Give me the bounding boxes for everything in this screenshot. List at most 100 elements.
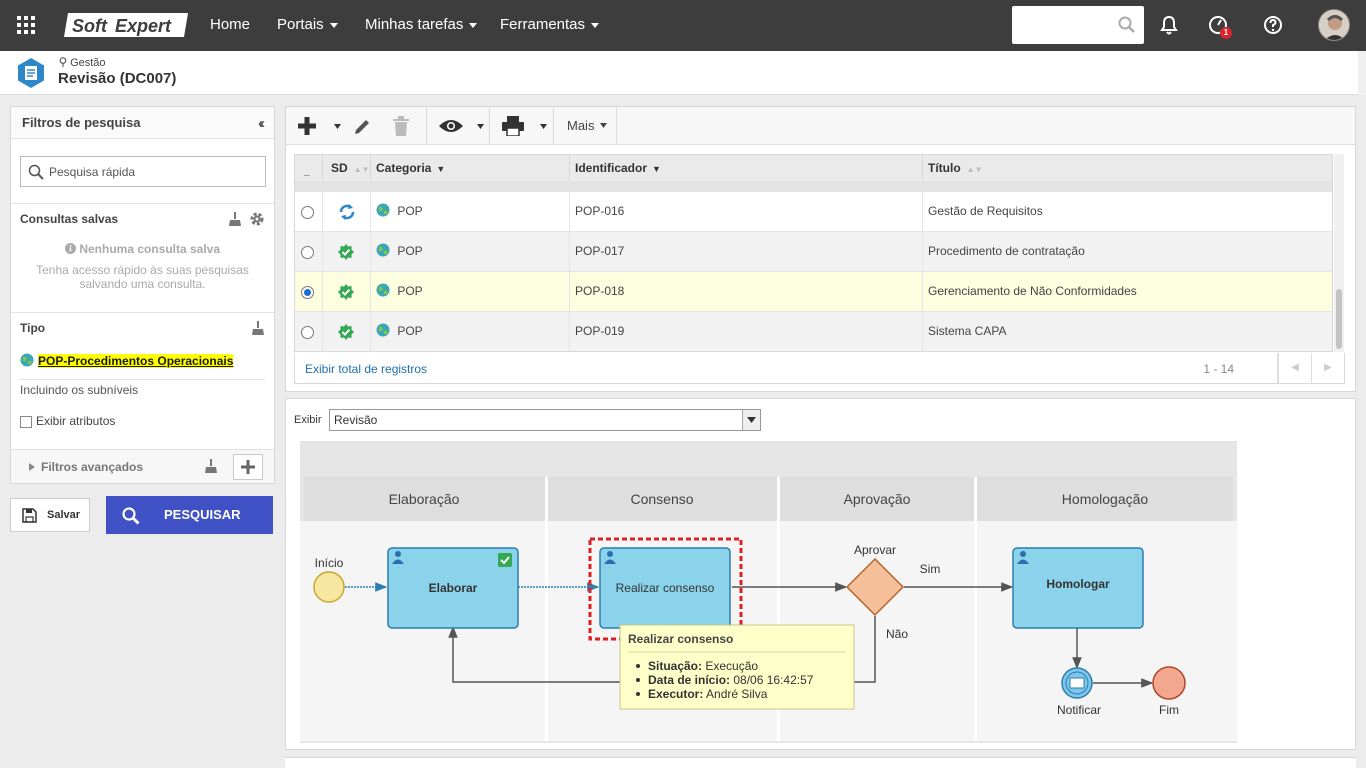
print-icon[interactable] bbox=[502, 116, 524, 136]
flow-sim-label: Sim bbox=[920, 562, 941, 576]
approved-check-icon bbox=[338, 324, 354, 340]
show-select[interactable]: Revisão bbox=[329, 409, 761, 431]
tooltip-title: Realizar consenso bbox=[628, 632, 733, 646]
more-menu-button[interactable]: Mais bbox=[567, 118, 608, 133]
column-header-category[interactable]: Categoria ▼ bbox=[371, 155, 570, 181]
show-total-records-link[interactable]: Exibir total de registros bbox=[305, 362, 427, 376]
row-radio[interactable] bbox=[301, 206, 314, 219]
row-radio-selected[interactable] bbox=[301, 286, 314, 299]
divider bbox=[11, 312, 274, 313]
row-select-cell bbox=[295, 272, 323, 312]
broom-icon[interactable] bbox=[228, 211, 242, 227]
tooltip-bullet bbox=[636, 692, 640, 696]
nav-minhas-tarefas[interactable]: Minhas tarefas bbox=[365, 16, 478, 33]
type-filter-label[interactable]: POP-Procedimentos Operacionais bbox=[38, 354, 234, 368]
no-saved-query-title: Nenhuma consulta salva bbox=[11, 242, 274, 256]
row-category-cell: POP bbox=[371, 232, 570, 272]
search-icon bbox=[28, 164, 44, 180]
search-button[interactable]: PESQUISAR bbox=[106, 496, 273, 534]
end-event[interactable] bbox=[1152, 666, 1186, 700]
tooltip-item: Data de início: 08/06 16:42:57 bbox=[648, 673, 814, 687]
column-header-identifier[interactable]: Identificador ▼ bbox=[570, 155, 923, 181]
category-globe-icon bbox=[376, 283, 390, 297]
global-search-input[interactable] bbox=[1012, 6, 1144, 44]
nav-portais[interactable]: Portais bbox=[277, 16, 338, 33]
breadcrumb-label: Gestão bbox=[70, 57, 106, 69]
lane-title: Consenso bbox=[630, 491, 693, 507]
add-advanced-filter-button[interactable] bbox=[233, 454, 263, 480]
softexpert-logo[interactable]: Soft Expert bbox=[62, 11, 190, 39]
nav-ferramentas[interactable]: Ferramentas bbox=[500, 16, 600, 33]
bell-icon[interactable] bbox=[1158, 14, 1180, 36]
revision-sync-icon bbox=[339, 204, 355, 220]
column-header-sd[interactable]: SD ▲▼ bbox=[323, 155, 371, 181]
records-table: _ SD ▲▼ Categoria ▼ Identificador ▼ Título ▲… bbox=[294, 154, 1333, 352]
show-attributes-checkbox[interactable] bbox=[20, 415, 32, 428]
search-icon bbox=[122, 507, 140, 525]
help-icon[interactable] bbox=[1262, 14, 1284, 36]
nav-minhas-tarefas-label: Minhas tarefas bbox=[365, 16, 464, 33]
breadcrumb[interactable]: Gestão bbox=[59, 57, 106, 69]
sort-desc-icon: ▼ bbox=[436, 164, 446, 174]
notification-badge: 1 bbox=[1220, 27, 1232, 39]
chevron-down-icon bbox=[469, 22, 478, 28]
next-page-icon[interactable]: ▶ bbox=[1311, 353, 1344, 384]
approved-check-icon bbox=[338, 284, 354, 300]
chevron-down-icon bbox=[747, 417, 756, 423]
flow-nao-label: Não bbox=[886, 627, 908, 641]
gear-icon[interactable] bbox=[249, 211, 265, 227]
row-category: POP bbox=[397, 244, 423, 258]
location-pin-icon bbox=[59, 57, 67, 67]
broom-icon[interactable] bbox=[204, 458, 218, 474]
divider bbox=[20, 379, 265, 380]
view-eye-icon[interactable] bbox=[439, 119, 463, 133]
plus-icon bbox=[241, 460, 255, 474]
row-category-cell: POP bbox=[371, 192, 570, 232]
print-dropdown-icon[interactable] bbox=[540, 124, 547, 129]
row-radio[interactable] bbox=[301, 326, 314, 339]
previous-page-icon[interactable]: ◀ bbox=[1278, 353, 1311, 384]
view-dropdown-icon[interactable] bbox=[477, 124, 484, 129]
table-row-selected[interactable]: POP POP-018 Gerenciamento de Não Conform… bbox=[295, 271, 1332, 312]
row-status-cell bbox=[323, 272, 371, 312]
row-identifier: POP-016 bbox=[570, 192, 923, 232]
type-filter-value[interactable]: POP-Procedimentos Operacionais bbox=[20, 353, 234, 368]
row-select-cell bbox=[295, 312, 323, 351]
nav-home[interactable]: Home bbox=[210, 16, 250, 33]
table-scrollbar[interactable] bbox=[1334, 154, 1344, 352]
search-icon[interactable] bbox=[1118, 16, 1136, 34]
save-query-button[interactable]: Salvar bbox=[10, 498, 90, 532]
table-row[interactable]: POP POP-019 Sistema CAPA bbox=[295, 311, 1332, 351]
select-dropdown-button[interactable] bbox=[742, 410, 760, 430]
broom-icon[interactable] bbox=[251, 320, 265, 336]
add-dropdown-icon[interactable] bbox=[334, 124, 341, 129]
column-header-title[interactable]: Título ▲▼ bbox=[923, 155, 1332, 181]
collapse-panel-icon[interactable]: ‹‹ bbox=[258, 115, 265, 132]
show-attributes-option[interactable]: Exibir atributos bbox=[20, 414, 115, 428]
table-row[interactable]: POP POP-016 Gestão de Requisitos bbox=[295, 191, 1332, 232]
add-icon[interactable] bbox=[298, 117, 316, 135]
saved-queries-actions bbox=[228, 211, 265, 230]
no-saved-query-description: Tenha acesso rápido às suas pesquisas sa… bbox=[36, 263, 249, 291]
nav-home-label: Home bbox=[210, 16, 251, 33]
nav-ferramentas-label: Ferramentas bbox=[500, 16, 586, 33]
quick-search-field[interactable] bbox=[20, 156, 266, 187]
category-globe-icon bbox=[376, 203, 390, 217]
header-scrollbar[interactable] bbox=[1358, 51, 1366, 95]
user-avatar[interactable] bbox=[1318, 9, 1350, 41]
row-select-cell bbox=[295, 232, 323, 272]
scrollbar-thumb[interactable] bbox=[1336, 289, 1342, 349]
apps-grid-icon[interactable] bbox=[17, 16, 35, 34]
edit-pencil-icon[interactable] bbox=[353, 117, 372, 136]
advanced-filters-section[interactable]: Filtros avançados bbox=[11, 449, 274, 483]
row-radio[interactable] bbox=[301, 246, 314, 259]
sort-icon: ▲▼ bbox=[353, 165, 370, 174]
tooltip-bullet bbox=[636, 664, 640, 668]
quick-search-input[interactable] bbox=[49, 162, 259, 182]
table-row[interactable]: POP POP-017 Procedimento de contratação bbox=[295, 231, 1332, 272]
row-title: Procedimento de contratação bbox=[928, 244, 1085, 258]
row-category: POP bbox=[397, 204, 423, 218]
page-title: Revisão (DC007) bbox=[58, 70, 177, 87]
delete-trash-icon[interactable] bbox=[392, 116, 410, 136]
start-event[interactable] bbox=[313, 571, 345, 603]
